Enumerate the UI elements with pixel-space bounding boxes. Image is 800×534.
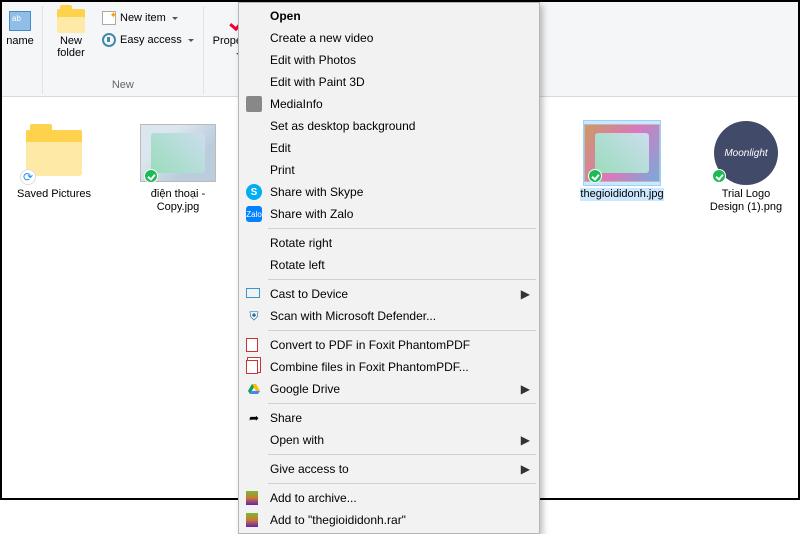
ctx-give-access-to[interactable]: Give access to▶ [240, 458, 538, 480]
ctx-open-with[interactable]: Open with▶ [240, 429, 538, 451]
submenu-arrow-icon: ▶ [521, 287, 530, 301]
ctx-edit-paint3d[interactable]: Edit with Paint 3D [240, 71, 538, 93]
mediainfo-icon [246, 96, 262, 112]
ctx-share[interactable]: ➦Share [240, 407, 538, 429]
ctx-share-skype[interactable]: SShare with Skype [240, 181, 538, 203]
foxit-convert-icon [246, 338, 258, 352]
foxit-combine-icon [246, 360, 258, 374]
ctx-combine-pdf[interactable]: Combine files in Foxit PhantomPDF... [240, 356, 538, 378]
google-drive-icon [246, 381, 262, 397]
ctx-convert-pdf[interactable]: Convert to PDF in Foxit PhantomPDF [240, 334, 538, 356]
skype-icon: S [246, 184, 262, 200]
status-synced-icon [588, 169, 602, 183]
new-item-button[interactable]: ✦ New item [99, 8, 197, 28]
chevron-down-icon [172, 17, 178, 20]
ribbon-group-new: New folder ✦ New item Easy access New [43, 6, 204, 94]
ctx-edit[interactable]: Edit [240, 137, 538, 159]
winrar-icon [246, 491, 258, 505]
separator [268, 228, 536, 229]
new-folder-icon [57, 9, 85, 33]
winrar-icon [246, 513, 258, 527]
ctx-rotate-right[interactable]: Rotate right [240, 232, 538, 254]
ctx-share-zalo[interactable]: ZaloShare with Zalo [240, 203, 538, 225]
ctx-add-to-rar[interactable]: Add to "thegioididonh.rar" [240, 509, 538, 531]
submenu-arrow-icon: ▶ [521, 382, 530, 396]
separator [268, 403, 536, 404]
cast-icon [246, 288, 260, 298]
separator [268, 454, 536, 455]
ctx-rotate-left[interactable]: Rotate left [240, 254, 538, 276]
file-thegioididonh[interactable]: thegioididonh.jpg [580, 121, 664, 201]
folder-saved-pictures[interactable]: ⟳ Saved Pictures [12, 121, 96, 201]
file-dien-thoai[interactable]: điện thoại - Copy.jpg [136, 121, 220, 214]
ctx-set-desktop-bg[interactable]: Set as desktop background [240, 115, 538, 137]
new-item-icon: ✦ [102, 11, 116, 25]
chevron-down-icon [188, 39, 194, 42]
submenu-arrow-icon: ▶ [521, 433, 530, 447]
defender-icon: ⛨ [246, 308, 262, 324]
ctx-cast-to-device[interactable]: Cast to Device▶ [240, 283, 538, 305]
separator [268, 279, 536, 280]
ctx-print[interactable]: Print [240, 159, 538, 181]
ctx-add-to-archive[interactable]: Add to archive... [240, 487, 538, 509]
ctx-create-video[interactable]: Create a new video [240, 27, 538, 49]
sync-icon: ⟳ [20, 169, 36, 185]
easy-access-button[interactable]: Easy access [99, 30, 197, 50]
ctx-google-drive[interactable]: Google Drive▶ [240, 378, 538, 400]
file-trial-logo[interactable]: Moonlight Trial Logo Design (1).png [704, 121, 788, 214]
ctx-open[interactable]: Open [240, 5, 538, 27]
context-menu: Open Create a new video Edit with Photos… [238, 2, 540, 534]
easy-access-icon [102, 33, 116, 47]
ctx-mediainfo[interactable]: MediaInfo [240, 93, 538, 115]
separator [268, 330, 536, 331]
ctx-scan-defender[interactable]: ⛨Scan with Microsoft Defender... [240, 305, 538, 327]
rename-icon [9, 11, 31, 31]
folder-icon [26, 130, 82, 176]
share-icon: ➦ [246, 410, 262, 426]
rename-button[interactable]: name [4, 6, 36, 47]
submenu-arrow-icon: ▶ [521, 462, 530, 476]
ctx-edit-photos[interactable]: Edit with Photos [240, 49, 538, 71]
status-synced-icon [712, 169, 726, 183]
new-folder-button[interactable]: New folder [49, 6, 93, 59]
separator [268, 483, 536, 484]
status-synced-icon [144, 169, 158, 183]
ribbon-group-organize-partial: name [4, 6, 43, 94]
zalo-icon: Zalo [246, 206, 262, 222]
